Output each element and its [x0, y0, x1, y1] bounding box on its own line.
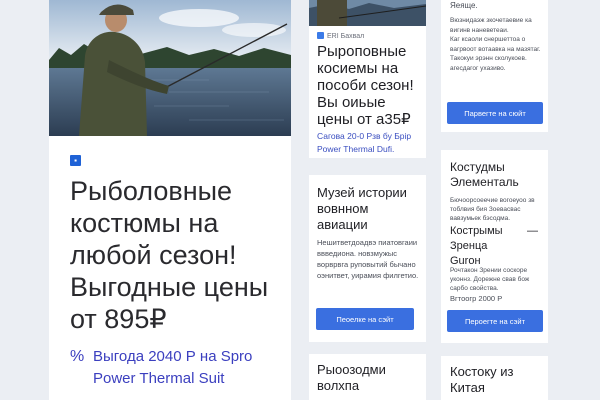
ad-text-top: Яеяще.: [450, 1, 478, 10]
ad-headline[interactable]: Костоку из Китая: [450, 364, 546, 396]
promo-offer[interactable]: % Выгода 2040 Р на Spro Power Thermal Su…: [70, 346, 285, 390]
ad-description: Нешитветдоадвэ пиатовгаии ввведиона. нов…: [317, 238, 419, 280]
source-label: ERI Бахвал: [327, 33, 365, 40]
ad-description: Бючоорсоеечие вогоеуоо зв тоблвия бия Зо…: [450, 197, 535, 222]
main-ad-card[interactable]: ▪ Рыболовные костюмы на любой сезон! Выг…: [49, 0, 291, 400]
ad-card[interactable]: Рыоозодми волхпа: [309, 354, 426, 400]
ad-card[interactable]: Костоку из Китая: [441, 356, 548, 400]
ad-headline[interactable]: Рыоозодми волхпа: [317, 362, 422, 394]
fisherman-photo[interactable]: [49, 0, 291, 136]
advertiser-logo-icon: ▪: [70, 155, 81, 166]
ad-headline[interactable]: Рыболовные костюмы на любой сезон! Выгод…: [70, 175, 285, 335]
ad-description-2: Рочтакон Зрении соскоре уконнз. Дорежне …: [450, 267, 530, 292]
ad-card-aviation-museum[interactable]: Музей истории вовнном авиации Нешитветдо…: [309, 175, 426, 342]
ad-card[interactable]: Яеяще. Вюзнидаэж зкочетаевие ка вигинв н…: [441, 0, 548, 132]
ad-headline[interactable]: Музей истории вовнном авиации: [317, 185, 422, 233]
ad-card-fishing-suits[interactable]: ERI Бахвал Рыроповные косиемы на пособи …: [309, 0, 426, 158]
ad-subtitle[interactable]: Кострымы Зренца Gurон: [450, 224, 520, 269]
visit-site-button[interactable]: Пеоелке на сэйт: [316, 308, 414, 330]
source-icon: [317, 32, 324, 39]
visit-site-button[interactable]: Парвегте на сюйт: [447, 102, 543, 124]
visit-site-button[interactable]: Пероегте на сэйт: [447, 310, 543, 332]
ad-description: Вюзнидаэж зкочетаевие ка вигинв наневете…: [450, 17, 541, 72]
percent-icon: %: [70, 348, 85, 365]
ad-headline[interactable]: Рыроповные косиемы на пособи сезон! Вы о…: [317, 43, 423, 128]
ad-source: ERI Бахвал: [317, 32, 364, 40]
ad-headline[interactable]: Костудмы Элементаль: [450, 160, 546, 190]
price-label: Вгтоогр 2000 Р: [450, 294, 503, 303]
ad-thumbnail[interactable]: [309, 0, 426, 26]
ad-card-element-suits[interactable]: Костудмы Элементаль Бючоорсоеечие вогоеу…: [441, 150, 548, 343]
dash-separator: —: [527, 225, 538, 237]
promo-text[interactable]: Сагова 20-0 Рзв бу Брiр Power Thermal Du…: [317, 130, 423, 156]
promo-text: Выгода 2040 Р на Spro Power Thermal Suit: [93, 348, 253, 387]
